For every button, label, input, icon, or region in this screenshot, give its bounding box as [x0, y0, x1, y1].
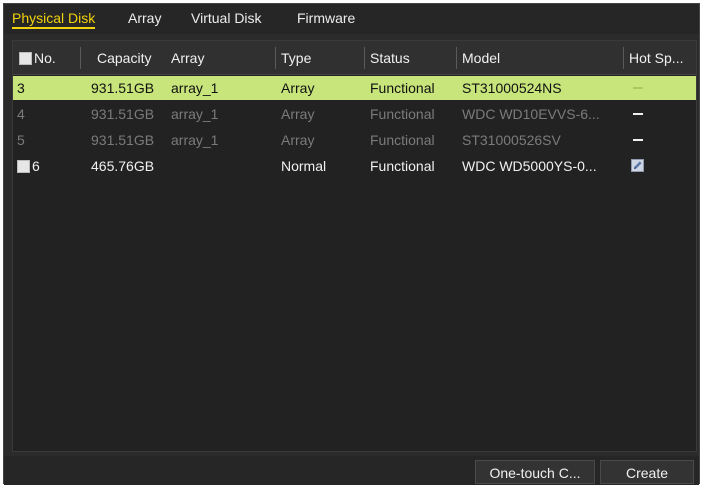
header-status[interactable]: Status — [370, 41, 454, 75]
footer-bar: One-touch C... Create — [4, 456, 699, 485]
header-array[interactable]: Array — [171, 41, 271, 75]
header-no-label: No. — [34, 50, 56, 66]
column-separator[interactable] — [275, 47, 276, 69]
cell-no-label: 6 — [32, 158, 40, 174]
dash-icon — [633, 87, 643, 89]
cell-capacity: 931.51GB — [91, 132, 155, 148]
tab-physical-disk[interactable]: Physical Disk — [12, 10, 96, 29]
tab-array[interactable]: Array — [128, 10, 161, 26]
column-separator[interactable] — [623, 47, 624, 69]
edit-icon[interactable] — [631, 159, 644, 172]
column-separator[interactable] — [456, 47, 457, 69]
cell-type: Array — [281, 106, 315, 122]
header-no: No. — [19, 41, 77, 75]
column-separator[interactable] — [364, 47, 365, 69]
header-model[interactable]: Model — [462, 41, 622, 75]
tab-virtual-disk[interactable]: Virtual Disk — [191, 10, 262, 26]
column-separator[interactable] — [80, 47, 81, 69]
cell-model: ST31000524NS — [462, 80, 562, 96]
cell-status: Functional — [370, 80, 435, 96]
tab-firmware[interactable]: Firmware — [297, 10, 355, 26]
dash-icon — [633, 113, 643, 115]
dash-icon — [633, 139, 643, 141]
cell-model: WDC WD5000YS-0... — [462, 158, 597, 174]
cell-capacity: 931.51GB — [91, 80, 155, 96]
cell-no: 5 — [17, 132, 25, 148]
cell-no: 3 — [17, 80, 25, 96]
physical-disk-table: No. Capacity Array Type Status Model Hot… — [12, 40, 697, 452]
cell-status: Functional — [370, 158, 435, 174]
header-capacity[interactable]: Capacity — [97, 41, 169, 75]
select-all-checkbox[interactable] — [19, 52, 32, 65]
cell-array: array_1 — [171, 106, 219, 122]
create-button[interactable]: Create — [600, 460, 694, 484]
cell-no: 4 — [17, 106, 25, 122]
cell-capacity: 931.51GB — [91, 106, 155, 122]
table-row[interactable]: 5 931.51GB array_1 Array Functional ST31… — [13, 128, 696, 152]
cell-type: Array — [281, 132, 315, 148]
cell-type: Normal — [281, 158, 327, 174]
table-row[interactable]: 4 931.51GB array_1 Array Functional WDC … — [13, 102, 696, 126]
cell-model: ST31000526SV — [462, 132, 561, 148]
tab-bar: Physical Disk Array Virtual Disk Firmwar… — [4, 4, 699, 34]
cell-array: array_1 — [171, 80, 219, 96]
row-checkbox[interactable] — [17, 160, 30, 173]
disk-management-window: Physical Disk Array Virtual Disk Firmwar… — [3, 3, 700, 485]
header-hot-spare[interactable]: Hot Sp... — [629, 41, 695, 75]
header-type[interactable]: Type — [281, 41, 361, 75]
cell-status: Functional — [370, 132, 435, 148]
cell-model: WDC WD10EVVS-6... — [462, 106, 600, 122]
cell-capacity: 465.76GB — [91, 158, 155, 174]
table-row[interactable]: 6 465.76GB Normal Functional WDC WD5000Y… — [13, 154, 696, 178]
table-header: No. Capacity Array Type Status Model Hot… — [13, 41, 696, 75]
cell-status: Functional — [370, 106, 435, 122]
cell-array — [171, 154, 271, 178]
one-touch-config-button[interactable]: One-touch C... — [475, 460, 595, 484]
cell-no: 6 — [17, 154, 77, 178]
cell-type: Array — [281, 80, 315, 96]
table-row[interactable]: 3 931.51GB array_1 Array Functional ST31… — [13, 76, 696, 100]
cell-array: array_1 — [171, 132, 219, 148]
